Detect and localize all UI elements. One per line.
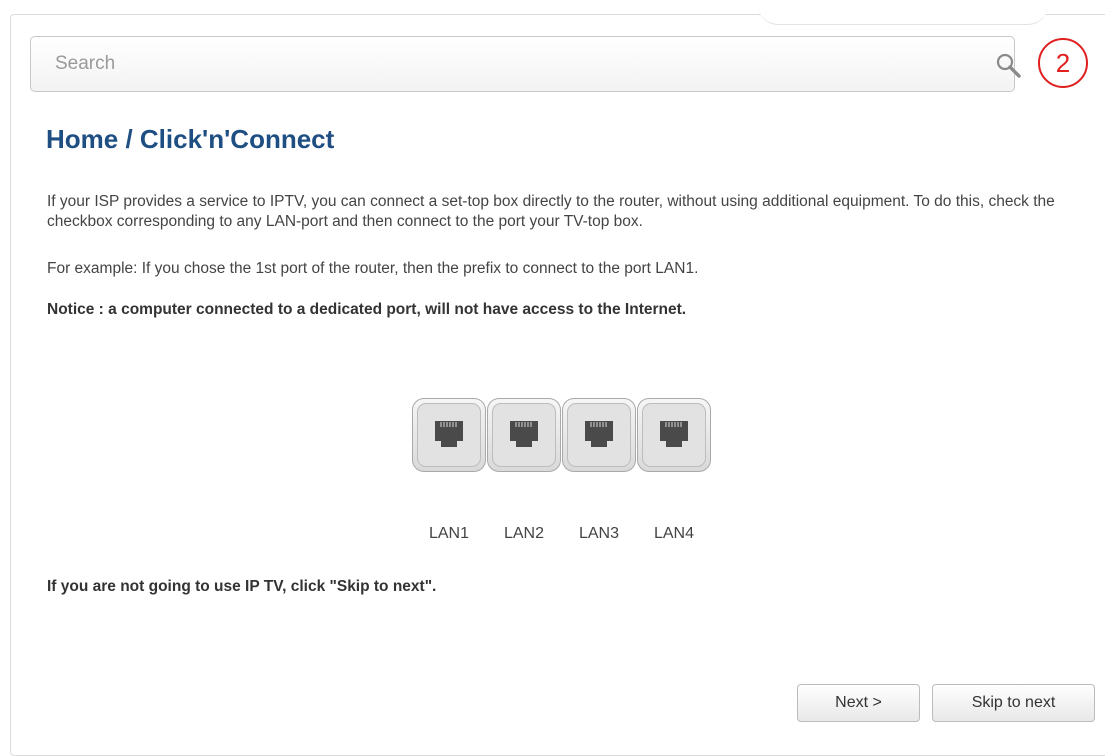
page-title: Home / Click'n'Connect [46, 124, 335, 154]
next-button[interactable]: Next > [797, 684, 920, 722]
skip-hint-text: If you are not going to use IP TV, click… [47, 578, 437, 595]
port-label-lan1: LAN1 [428, 525, 470, 542]
port-lan2[interactable] [487, 398, 561, 472]
intro-paragraph: If your ISP provides a service to IPTV, … [47, 193, 1055, 230]
port-lan3[interactable] [562, 398, 636, 472]
port-label-lan3: LAN3 [578, 525, 620, 542]
search-icon[interactable] [994, 51, 1024, 81]
ethernet-port-icon [510, 421, 538, 447]
search-box[interactable] [30, 36, 1021, 92]
ethernet-port-icon [435, 421, 463, 447]
port-lan4[interactable] [637, 398, 711, 472]
example-paragraph: For example: If you chose the 1st port o… [47, 260, 699, 277]
notice-text: Notice : a computer connected to a dedic… [47, 301, 687, 318]
lan-port-labels: LAN1 LAN2 LAN3 LAN4 [412, 525, 711, 543]
step-badge: 2 [1038, 38, 1088, 88]
step-number: 2 [1055, 47, 1071, 78]
port-label-lan2: LAN2 [503, 525, 545, 542]
search-input[interactable] [31, 37, 951, 91]
tab-notch [758, 0, 1048, 25]
skip-to-next-button[interactable]: Skip to next [932, 684, 1095, 722]
ethernet-port-icon [585, 421, 613, 447]
ethernet-port-icon [660, 421, 688, 447]
lan-ports [412, 398, 711, 474]
port-label-lan4: LAN4 [653, 525, 695, 542]
port-lan1[interactable] [412, 398, 486, 472]
